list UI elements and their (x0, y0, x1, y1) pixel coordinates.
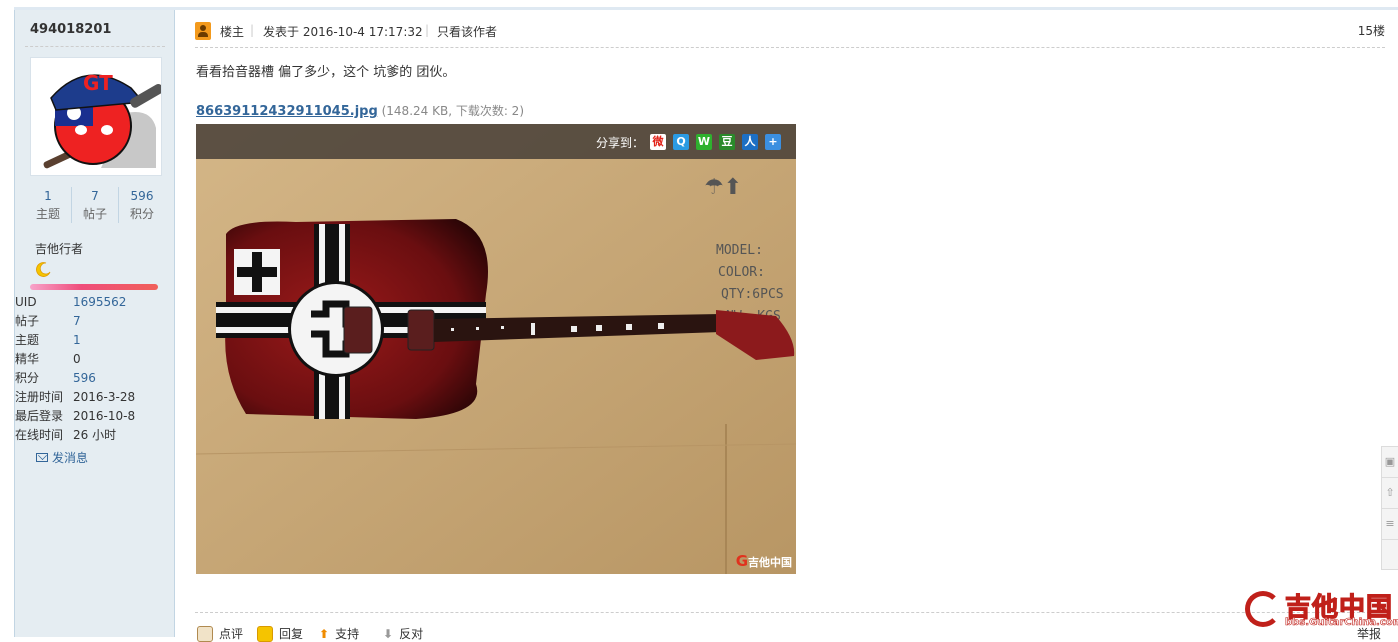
comment-icon (197, 625, 213, 642)
attachment-meta: (148.24 KB, 下载次数: 2) (381, 104, 524, 118)
rank-bar (30, 284, 158, 290)
watermark-logo-icon: G (735, 552, 748, 570)
avatar[interactable]: GT (30, 57, 164, 176)
post-actions: 点评 回复 ⬆ 支持 ⬇ 反对 举报 (195, 612, 1385, 642)
svg-text:QTY:6PCS: QTY:6PCS (721, 287, 784, 302)
user-sidebar: 494018201 GT 1 主题 7 帖子 596 积分 吉他行者 UID 1… (14, 10, 175, 637)
wechat-icon[interactable]: W (696, 134, 712, 150)
moon-icon (36, 261, 52, 277)
info-row-uid: UID 1695562 (15, 295, 127, 309)
side-tool-button[interactable]: ▣ (1382, 447, 1398, 478)
image-watermark: G吉他中国 (735, 552, 792, 570)
user-stats: 1 主题 7 帖子 596 积分 (25, 187, 165, 223)
info-row-online: 在线时间 26 小时 (15, 428, 117, 442)
reply-icon (257, 625, 273, 642)
stat-posts[interactable]: 7 帖子 (72, 187, 119, 223)
info-row-digest: 精华 0 (15, 352, 81, 366)
info-row-regdate: 注册时间 2016-3-28 (15, 390, 136, 404)
svg-text:MODEL:: MODEL: (716, 243, 763, 258)
site-logo-url: bbs.GuitarChina.com (1285, 617, 1398, 629)
douban-icon[interactable]: 豆 (719, 134, 735, 150)
svg-text:COLOR:: COLOR: (718, 265, 765, 280)
author-role: 楼主 (220, 25, 245, 39)
share-bar: 分享到： 微 Q W 豆 人 + (196, 124, 796, 159)
divider (25, 46, 165, 47)
attachment-image[interactable]: ☂⬆ MODEL: COLOR: QTY:6PCS NW: KGS KGS 分享… (196, 124, 796, 574)
separator: | (250, 23, 255, 37)
attachment-link[interactable]: 86639112432911045.jpg (196, 104, 378, 119)
qzone-icon[interactable]: Q (673, 134, 689, 150)
mail-icon (36, 453, 48, 462)
info-row-posts: 帖子 7 (15, 314, 81, 328)
user-info: UID 1695562 帖子 7 主题 1 精华 0 积分 596 注册时间 2016-3-… (15, 293, 175, 445)
oppose-button[interactable]: ⬇ 反对 (383, 625, 423, 642)
stat-threads[interactable]: 1 主题 (25, 187, 72, 223)
more-share-icon[interactable]: + (765, 134, 781, 150)
support-button[interactable]: ⬆ 支持 (319, 625, 359, 642)
renren-icon[interactable]: 人 (742, 134, 758, 150)
attachment: 86639112432911045.jpg (148.24 KB, 下载次数: … (196, 102, 524, 119)
only-author-link[interactable]: 只看该作者 (437, 23, 497, 40)
thumbs-down-icon: ⬇ (383, 626, 394, 641)
guitarchina-logo-icon (1245, 591, 1281, 627)
side-toolbar: ▣ ⇧ ≡ (1381, 446, 1398, 570)
send-message-link[interactable]: 发消息 (36, 449, 88, 466)
send-message-label: 发消息 (52, 451, 89, 465)
user-group[interactable]: 吉他行者 (35, 240, 83, 257)
share-label: 分享到： (596, 136, 645, 150)
post-content: 看看拾音器槽 偏了多少，这个 坑爹的 团伙。 (196, 65, 456, 80)
post-header: 楼主 | 发表于 2016-10-4 17:17:32 | 只看该作者 15楼 (195, 20, 1385, 48)
top-divider (14, 0, 1398, 10)
thumbs-up-icon: ⬆ (319, 626, 330, 641)
side-tool-button[interactable]: ⇧ (1382, 478, 1398, 509)
reply-button[interactable]: 回复 (257, 625, 303, 642)
post-time: 发表于 2016-10-4 17:17:32 (263, 25, 423, 39)
weibo-icon[interactable]: 微 (650, 134, 666, 150)
site-logo[interactable]: 吉他中国 bbs.GuitarChina.com (1245, 587, 1398, 635)
info-row-lastlogin: 最后登录 2016-10-8 (15, 409, 136, 423)
side-tool-button[interactable]: ≡ (1382, 509, 1398, 540)
info-row-credits: 积分 596 (15, 371, 96, 385)
floor-number[interactable]: 15楼 (1358, 22, 1385, 39)
comment-button[interactable]: 点评 (197, 625, 243, 642)
svg-text:☂⬆: ☂⬆ (704, 175, 742, 200)
stat-credits[interactable]: 596 积分 (119, 187, 165, 223)
svg-text:GT: GT (83, 71, 113, 95)
info-row-threads: 主题 1 (15, 333, 81, 347)
thread-starter-icon (195, 22, 211, 40)
username[interactable]: 494018201 (30, 22, 111, 37)
separator: | (425, 23, 430, 37)
